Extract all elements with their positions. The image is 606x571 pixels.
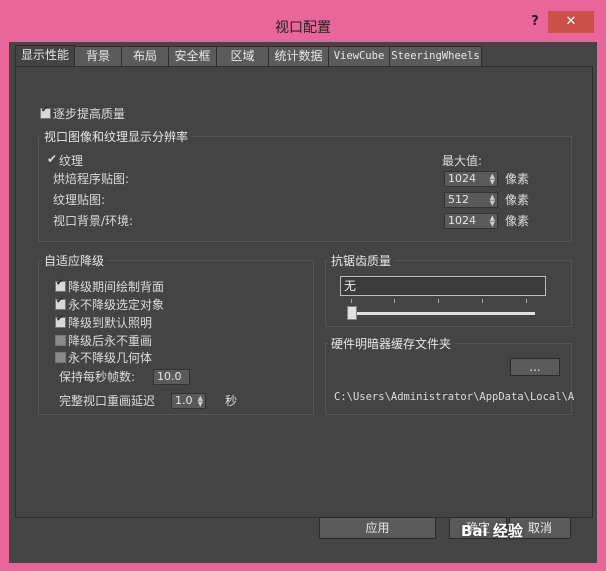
- never-redraw-label: 降级后永不重画: [68, 334, 153, 348]
- adaptive-group-title: 自适应降级: [41, 252, 108, 269]
- cache-path-text: C:\Users\Administrator\AppData\Local\A: [334, 391, 575, 403]
- redraw-delay-value: 1.0: [175, 394, 193, 407]
- shader-cache-group-title: 硬件明暗器缓存文件夹: [328, 335, 455, 352]
- never-degrade-selected-checkbox[interactable]: [55, 296, 66, 310]
- never-degrade-geometry-label: 永不降级几何体: [68, 351, 153, 365]
- draw-backfaces-checkbox[interactable]: [55, 278, 66, 292]
- never-redraw-checkbox[interactable]: [55, 335, 66, 346]
- adaptive-group: 自适应降级 降级期间绘制背面 永不降级选定对象 降级到默认照明 降级后永不重画 …: [38, 252, 314, 415]
- spinner-arrows-icon[interactable]: ▲ ▼: [490, 194, 495, 207]
- tab-safe-frames[interactable]: 安全框: [168, 46, 217, 66]
- tab-layout[interactable]: 布局: [121, 46, 169, 66]
- tab-panel: 逐步提高质量 视口图像和纹理显示分辨率 ✔ 纹理 最大值: 烘焙程序贴图: 10…: [15, 66, 593, 518]
- texture-map-unit: 像素: [505, 193, 530, 207]
- apply-button[interactable]: 应用: [319, 517, 436, 539]
- baked-map-label: 烘焙程序贴图:: [53, 172, 130, 186]
- tab-viewcube[interactable]: ViewCube: [328, 46, 390, 66]
- fps-spinner[interactable]: 10.0: [153, 369, 190, 385]
- viewport-bg-spinner[interactable]: 1024 ▲ ▼: [444, 213, 498, 229]
- baked-map-value: 1024: [448, 172, 476, 185]
- slider-tick: [394, 299, 395, 303]
- tab-regions[interactable]: 区域: [216, 46, 269, 66]
- antialias-group: 抗锯齿质量 无: [325, 252, 572, 327]
- texture-check-icon[interactable]: ✔: [47, 152, 57, 166]
- max-value-label: 最大值:: [442, 154, 483, 168]
- tab-steeringwheels[interactable]: SteeringWheels: [389, 46, 482, 66]
- redraw-delay-label: 完整视口重画延迟: [59, 394, 156, 408]
- resolution-group-title: 视口图像和纹理显示分辨率: [41, 128, 192, 145]
- texture-label: 纹理: [59, 154, 84, 168]
- degrade-default-lights-label: 降级到默认照明: [68, 316, 153, 330]
- spinner-arrows-icon[interactable]: ▲ ▼: [198, 395, 203, 408]
- fps-label: 保持每秒帧数:: [59, 370, 136, 384]
- antialias-group-title: 抗锯齿质量: [328, 252, 395, 269]
- slider-tick: [438, 299, 439, 303]
- baidu-watermark: Bai 经验: [461, 522, 523, 540]
- never-degrade-selected-label: 永不降级选定对象: [68, 298, 165, 312]
- fps-value: 10.0: [157, 370, 182, 383]
- browse-button[interactable]: ...: [510, 358, 560, 376]
- tab-display-performance[interactable]: 显示性能: [15, 45, 75, 67]
- texture-map-label: 纹理贴图:: [53, 193, 106, 207]
- slider-tick: [351, 299, 352, 303]
- help-icon[interactable]: ?: [527, 14, 543, 30]
- spinner-arrows-icon[interactable]: ▲ ▼: [490, 215, 495, 228]
- close-button[interactable]: ✕: [548, 11, 594, 33]
- tab-statistics[interactable]: 统计数据: [268, 46, 329, 66]
- never-degrade-geometry-checkbox[interactable]: [55, 352, 66, 363]
- spinner-arrows-icon[interactable]: ▲ ▼: [490, 173, 495, 186]
- dialog-frame: 视口配置 ? ✕ 显示性能 背景 布局 安全框 区域 统计数据 ViewCube…: [0, 0, 606, 571]
- viewport-bg-label: 视口背景/环境:: [53, 214, 134, 228]
- viewport-bg-value: 1024: [448, 214, 476, 227]
- dialog-title: 视口配置: [275, 20, 331, 36]
- antialias-value-box: 无: [340, 276, 546, 296]
- tab-background[interactable]: 背景: [74, 46, 122, 66]
- resolution-group: 视口图像和纹理显示分辨率 ✔ 纹理 最大值: 烘焙程序贴图: 1024 ▲ ▼ 像素…: [38, 128, 572, 242]
- texture-map-spinner[interactable]: 512 ▲ ▼: [444, 192, 498, 208]
- degrade-default-lights-checkbox[interactable]: [55, 314, 66, 328]
- redraw-delay-unit: 秒: [225, 394, 238, 408]
- baked-map-spinner[interactable]: 1024 ▲ ▼: [444, 171, 498, 187]
- antialias-slider-thumb[interactable]: [347, 306, 357, 320]
- baked-map-unit: 像素: [505, 172, 530, 186]
- slider-tick: [482, 299, 483, 303]
- progressive-label: 逐步提高质量: [53, 107, 126, 121]
- slider-tick: [526, 299, 527, 303]
- title-bar[interactable]: 视口配置 ? ✕: [0, 0, 606, 44]
- draw-backfaces-label: 降级期间绘制背面: [68, 280, 165, 294]
- texture-map-value: 512: [448, 193, 469, 206]
- redraw-delay-spinner[interactable]: 1.0 ▲ ▼: [171, 393, 206, 409]
- antialias-slider-track[interactable]: [348, 312, 535, 315]
- progressive-checkbox[interactable]: [40, 105, 51, 119]
- viewport-bg-unit: 像素: [505, 214, 530, 228]
- dialog-body: 显示性能 背景 布局 安全框 区域 统计数据 ViewCube Steering…: [9, 42, 597, 563]
- shader-cache-group: 硬件明暗器缓存文件夹 ... C:\Users\Administrator\Ap…: [325, 335, 575, 415]
